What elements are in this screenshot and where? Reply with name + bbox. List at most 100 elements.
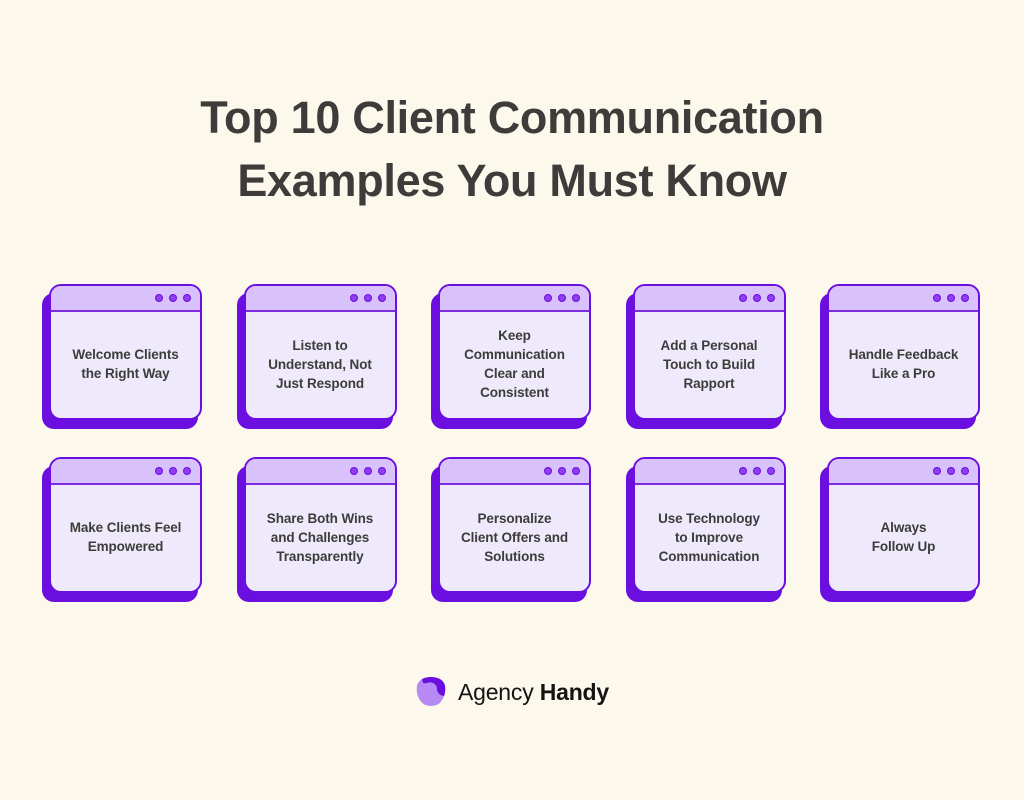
card-item-1[interactable]: Welcome Clients the Right Way	[42, 284, 204, 429]
card-body: Welcome Clients the Right Way	[51, 312, 200, 418]
window-dot-icon	[363, 294, 372, 302]
infographic-page: Top 10 Client Communication Examples You…	[0, 0, 1024, 800]
card-row-1: Welcome Clients the Right Way Listen to …	[42, 284, 982, 429]
card-window[interactable]: Use Technology to Improve Communication	[632, 457, 786, 593]
window-dot-icon	[183, 467, 191, 475]
footer-brand: Agency Handy	[415, 676, 609, 708]
card-titlebar	[829, 286, 978, 312]
card-item-2[interactable]: Listen to Understand, Not Just Respond	[236, 284, 399, 429]
card-body: Personalize Client Offers and Solutions	[440, 485, 589, 591]
card-label: Add a Personal Touch to Build Rapport	[660, 337, 758, 391]
window-dot-icon	[738, 467, 747, 475]
window-dots	[738, 467, 775, 475]
card-titlebar	[440, 459, 589, 485]
window-dot-icon	[766, 294, 775, 302]
card-body: Make Clients Feel Empowered	[51, 485, 200, 591]
window-dots	[933, 294, 969, 302]
card-titlebar	[440, 286, 589, 312]
card-window[interactable]: Share Both Wins and Challenges Transparent…	[243, 457, 397, 593]
card-titlebar	[245, 459, 395, 485]
card-item-8[interactable]: Personalize Client Offers and Solutions	[431, 457, 593, 602]
window-dot-icon	[544, 467, 552, 475]
card-grid: Welcome Clients the Right Way Listen to …	[42, 284, 982, 602]
window-dot-icon	[349, 467, 358, 475]
window-dot-icon	[169, 467, 177, 475]
window-dot-icon	[933, 294, 941, 302]
card-titlebar	[51, 286, 200, 312]
page-title-line-1: Top 10 Client Communication	[200, 92, 824, 143]
window-dot-icon	[377, 294, 386, 302]
card-window[interactable]: Always Follow Up	[827, 457, 980, 593]
window-dot-icon	[961, 294, 969, 302]
window-dot-icon	[155, 467, 163, 475]
card-item-10[interactable]: Always Follow Up	[820, 457, 982, 602]
window-dot-icon	[572, 467, 580, 475]
card-titlebar	[634, 286, 784, 312]
window-dot-icon	[169, 294, 177, 302]
card-window[interactable]: Make Clients Feel Empowered	[49, 457, 202, 593]
window-dots	[933, 467, 969, 475]
window-dot-icon	[766, 467, 775, 475]
card-body: Listen to Understand, Not Just Respond	[246, 312, 395, 418]
card-window[interactable]: Listen to Understand, Not Just Respond	[243, 284, 397, 420]
card-item-9[interactable]: Use Technology to Improve Communication	[625, 457, 788, 602]
card-body: Always Follow Up	[829, 485, 978, 591]
card-label: Share Both Wins and Challenges Transparent…	[266, 510, 374, 564]
brand-name-light: Agency	[457, 679, 534, 705]
card-item-6[interactable]: Make Clients Feel Empowered	[42, 457, 204, 602]
window-dot-icon	[933, 467, 941, 475]
brand-name: Agency Handy	[458, 679, 609, 705]
window-dots	[349, 467, 386, 475]
card-row-2: Make Clients Feel Empowered Share Both W…	[42, 457, 982, 602]
card-body: Share Both Wins and Challenges Transparent…	[246, 485, 395, 591]
card-label: Use Technology to Improve Communication	[658, 510, 760, 564]
card-label: Keep Communication Clear and Consistent	[464, 328, 565, 400]
card-item-5[interactable]: Handle Feedback Like a Pro	[820, 284, 982, 429]
card-label: Make Clients Feel Empowered	[69, 520, 182, 554]
card-body: Keep Communication Clear and Consistent	[440, 312, 589, 418]
window-dot-icon	[947, 467, 955, 475]
card-body: Handle Feedback Like a Pro	[829, 312, 978, 418]
card-window[interactable]: Welcome Clients the Right Way	[49, 284, 202, 420]
window-dot-icon	[183, 294, 191, 302]
card-titlebar	[51, 459, 200, 485]
card-body: Add a Personal Touch to Build Rapport	[635, 312, 784, 418]
window-dot-icon	[349, 294, 358, 302]
card-titlebar	[634, 459, 784, 485]
card-label: Personalize Client Offers and Solutions	[460, 510, 569, 564]
window-dot-icon	[544, 294, 552, 302]
card-item-3[interactable]: Keep Communication Clear and Consistent	[431, 284, 593, 429]
card-window[interactable]: Personalize Client Offers and Solutions	[438, 457, 591, 593]
window-dot-icon	[752, 467, 761, 475]
window-dot-icon	[947, 294, 955, 302]
window-dots	[155, 467, 191, 475]
window-dot-icon	[558, 294, 566, 302]
card-window[interactable]: Handle Feedback Like a Pro	[827, 284, 980, 420]
card-item-4[interactable]: Add a Personal Touch to Build Rapport	[625, 284, 788, 429]
card-window[interactable]: Keep Communication Clear and Consistent	[438, 284, 591, 420]
card-label: Always Follow Up	[871, 520, 936, 554]
window-dot-icon	[363, 467, 372, 475]
window-dots	[349, 294, 386, 302]
window-dot-icon	[961, 467, 969, 475]
page-title-line-2: Examples You Must Know	[237, 155, 787, 206]
window-dots	[155, 294, 191, 302]
window-dot-icon	[738, 294, 747, 302]
window-dot-icon	[155, 294, 163, 302]
window-dot-icon	[377, 467, 386, 475]
agency-handy-logo-mark-icon	[416, 677, 446, 706]
card-body: Use Technology to Improve Communication	[635, 485, 784, 591]
card-label: Handle Feedback Like a Pro	[848, 347, 959, 381]
page-title: Top 10 Client Communication Examples You…	[132, 86, 892, 212]
window-dots	[544, 467, 580, 475]
brand-name-bold: Handy	[539, 679, 609, 705]
window-dots	[738, 294, 775, 302]
card-item-7[interactable]: Share Both Wins and Challenges Transparent…	[236, 457, 399, 602]
window-dot-icon	[752, 294, 761, 302]
card-label: Welcome Clients the Right Way	[72, 347, 179, 381]
card-titlebar	[829, 459, 978, 485]
window-dot-icon	[558, 467, 566, 475]
card-label: Listen to Understand, Not Just Respond	[268, 337, 372, 391]
card-window[interactable]: Add a Personal Touch to Build Rapport	[632, 284, 786, 420]
window-dots	[544, 294, 580, 302]
